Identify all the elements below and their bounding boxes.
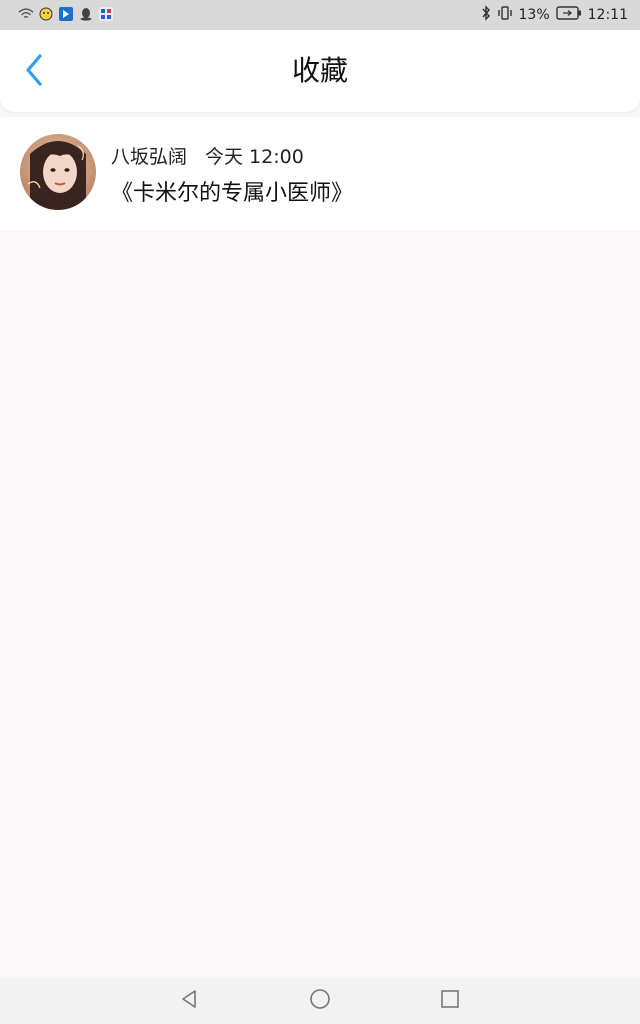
vibrate-icon <box>497 5 513 25</box>
system-status: 13% 12:11 <box>481 5 628 25</box>
timestamp: 今天 12:00 <box>205 146 304 168</box>
item-title[interactable]: 《卡米尔的专属小医师》 <box>111 175 353 207</box>
system-nav-bar <box>0 978 640 1024</box>
battery-icon <box>555 6 582 24</box>
favorites-list: 八坂弘阔 今天 12:00 《卡米尔的专属小医师》 <box>0 117 640 230</box>
item-meta: 八坂弘阔 今天 12:00 <box>111 142 304 169</box>
app-icon-qr <box>98 6 114 22</box>
back-button[interactable] <box>14 52 54 92</box>
back-triangle-icon <box>179 988 199 1014</box>
app-icon-blue <box>58 6 74 22</box>
qq-icon <box>78 6 94 22</box>
app-icon-yellow <box>38 6 54 22</box>
page-title: 收藏 <box>291 54 348 87</box>
header-bar: 收藏 <box>0 30 640 112</box>
nav-back-button[interactable] <box>176 988 202 1014</box>
battery-percent: 13% <box>518 7 550 23</box>
recents-square-icon <box>440 989 460 1013</box>
nav-home-button[interactable] <box>307 988 333 1014</box>
list-item[interactable]: 八坂弘阔 今天 12:00 《卡米尔的专属小医师》 <box>0 117 640 230</box>
home-circle-icon <box>309 988 331 1014</box>
bluetooth-icon <box>481 5 491 25</box>
chevron-left-icon <box>24 53 44 91</box>
nav-recents-button[interactable] <box>437 988 463 1014</box>
notification-icons <box>18 6 114 22</box>
clock: 12:11 <box>587 7 628 23</box>
author-name: 八坂弘阔 <box>111 146 188 168</box>
wifi-icon <box>18 6 34 22</box>
avatar[interactable] <box>20 134 96 210</box>
